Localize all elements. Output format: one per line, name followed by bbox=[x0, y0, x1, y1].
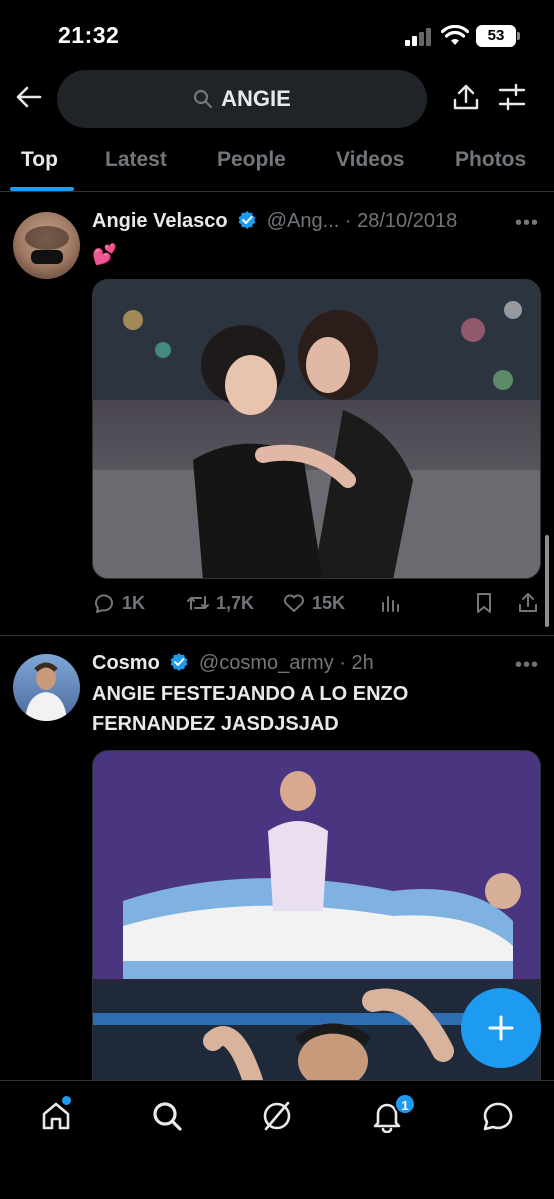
tweet-header: Angie Velasco @Ang... · 28/10/2018 bbox=[92, 210, 458, 232]
notifications-badge: 1 bbox=[394, 1093, 416, 1115]
scrollbar[interactable] bbox=[545, 535, 549, 627]
reply-button[interactable]: 1K bbox=[92, 591, 145, 615]
author-name[interactable]: Cosmo bbox=[92, 652, 160, 674]
tweet-photo[interactable] bbox=[92, 279, 541, 579]
tab-top[interactable]: Top bbox=[21, 148, 58, 172]
search-tabs: Top Latest People Videos Photos bbox=[0, 132, 554, 192]
more-options-icon[interactable]: ••• bbox=[515, 654, 539, 677]
avatar-image bbox=[25, 226, 69, 264]
messages-icon[interactable] bbox=[481, 1099, 515, 1133]
active-tab-indicator bbox=[10, 187, 74, 191]
compose-tweet-button[interactable] bbox=[461, 988, 541, 1068]
views-button[interactable] bbox=[378, 591, 402, 615]
tab-people[interactable]: People bbox=[217, 148, 286, 172]
search-header: ANGIE bbox=[0, 66, 554, 132]
repost-icon bbox=[187, 596, 209, 610]
back-arrow-icon[interactable] bbox=[14, 82, 44, 112]
photo-couple-night-street bbox=[93, 280, 540, 578]
bookmark-icon bbox=[477, 593, 491, 613]
plus-icon bbox=[488, 1015, 514, 1041]
tab-latest[interactable]: Latest bbox=[105, 148, 167, 172]
share-tweet-button[interactable] bbox=[516, 591, 540, 615]
home-new-indicator bbox=[62, 1096, 71, 1105]
tweet-text: ANGIE FESTEJANDO A LO ENZO FERNANDEZ JAS… bbox=[92, 683, 409, 735]
filter-settings-icon[interactable] bbox=[497, 82, 527, 112]
share-icon[interactable] bbox=[451, 82, 481, 112]
more-options-icon[interactable]: ••• bbox=[515, 212, 539, 235]
like-button[interactable]: 15K bbox=[282, 591, 345, 615]
verified-badge-icon bbox=[238, 211, 256, 229]
avatar[interactable] bbox=[13, 212, 80, 279]
avatar[interactable] bbox=[13, 654, 80, 721]
search-icon bbox=[194, 89, 213, 109]
heart-icon bbox=[284, 594, 304, 612]
tweet-actions: 1K 1,7K 15K bbox=[92, 591, 542, 621]
author-handle: @Ang... bbox=[266, 210, 340, 232]
bookmark-button[interactable] bbox=[472, 591, 496, 615]
bottom-navigation: 1 bbox=[0, 1080, 554, 1199]
tweet-timestamp: 2h bbox=[351, 652, 374, 674]
tweet[interactable]: Angie Velasco @Ang... · 28/10/2018 ••• 💕 bbox=[0, 192, 554, 635]
author-handle: @cosmo_army bbox=[198, 652, 334, 674]
status-bar: 21:32 53 bbox=[0, 0, 554, 66]
analytics-icon bbox=[382, 596, 399, 612]
tab-videos[interactable]: Videos bbox=[336, 148, 404, 172]
status-time: 21:32 bbox=[58, 22, 120, 48]
like-count: 15K bbox=[312, 592, 346, 613]
author-name[interactable]: Angie Velasco bbox=[92, 210, 228, 232]
share-tweet-icon bbox=[519, 593, 537, 612]
tweet-timestamp: 28/10/2018 bbox=[357, 210, 458, 232]
tweet-header: Cosmo @cosmo_army · 2h bbox=[92, 652, 374, 674]
cellular-signal-icon bbox=[405, 28, 431, 46]
verified-badge-icon bbox=[170, 653, 188, 671]
tweet-text: 💕 bbox=[92, 244, 117, 266]
grok-icon[interactable] bbox=[260, 1099, 294, 1133]
search-explore-icon[interactable] bbox=[150, 1099, 184, 1133]
reply-icon bbox=[94, 594, 113, 613]
tab-photos[interactable]: Photos bbox=[455, 148, 526, 172]
search-query: ANGIE bbox=[221, 86, 291, 111]
search-input[interactable]: ANGIE bbox=[57, 70, 427, 128]
reply-count: 1K bbox=[122, 592, 146, 613]
avatar-image bbox=[25, 662, 67, 721]
repost-count: 1,7K bbox=[216, 592, 255, 613]
wifi-icon bbox=[441, 25, 469, 45]
repost-button[interactable]: 1,7K bbox=[186, 591, 254, 615]
battery-indicator: 53 bbox=[476, 25, 520, 47]
